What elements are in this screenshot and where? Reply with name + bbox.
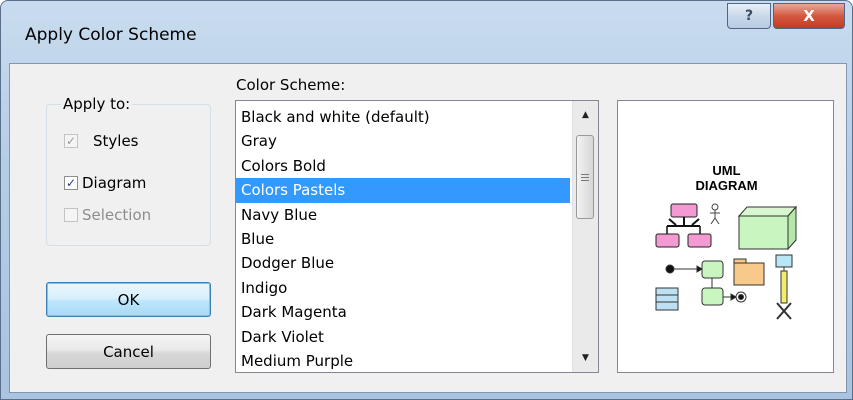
list-item[interactable]: Gray: [236, 129, 570, 153]
color-scheme-listbox[interactable]: Black and white (default) Gray Colors Bo…: [235, 100, 599, 373]
scroll-down-arrow-icon[interactable]: ▼: [573, 348, 598, 368]
vertical-scrollbar[interactable]: ▲ ▼: [572, 101, 598, 372]
table-icon: [655, 287, 679, 311]
close-icon: X: [803, 7, 815, 25]
lifeline-icon: [775, 254, 793, 320]
styles-label: Styles: [93, 132, 139, 150]
ok-button-label: OK: [117, 290, 140, 309]
grip-icon: [581, 173, 589, 181]
styles-checkbox: ✓: [64, 134, 78, 148]
list-item[interactable]: Indigo: [236, 276, 570, 300]
color-scheme-label: Color Scheme:: [236, 76, 346, 94]
cancel-button[interactable]: Cancel: [46, 334, 211, 369]
list-item[interactable]: Colors Bold: [236, 154, 570, 178]
title-bar[interactable]: Apply Color Scheme ? X: [1, 1, 852, 63]
list-item[interactable]: Medium Purple: [236, 349, 570, 372]
node-box-icon: [737, 205, 798, 251]
styles-checkbox-row: ✓ Styles: [64, 132, 139, 150]
scroll-up-arrow-icon[interactable]: ▲: [573, 105, 598, 125]
folder-icon: [733, 258, 765, 286]
help-button[interactable]: ?: [727, 3, 771, 29]
selection-checkbox: [64, 208, 78, 222]
color-scheme-list: Black and white (default) Gray Colors Bo…: [236, 105, 570, 372]
preview-panel: UML DIAGRAM: [617, 100, 834, 373]
list-item[interactable]: Blue: [236, 227, 570, 251]
help-icon: ?: [744, 8, 754, 24]
list-item-selected[interactable]: Colors Pastels: [236, 178, 570, 203]
cancel-button-label: Cancel: [103, 342, 154, 361]
class-hierarchy-icon: [655, 203, 712, 248]
diagram-label[interactable]: Diagram: [82, 174, 146, 192]
actor-icon: [710, 203, 720, 225]
list-item[interactable]: Dark Magenta: [236, 300, 570, 324]
scroll-thumb[interactable]: [576, 135, 594, 219]
uml-diagram-preview: [655, 203, 798, 320]
apply-to-label: Apply to:: [61, 95, 133, 113]
list-item[interactable]: Dodger Blue: [236, 251, 570, 275]
selection-checkbox-row: Selection: [64, 206, 151, 224]
diagram-checkbox-row[interactable]: ✓ Diagram: [64, 174, 146, 192]
window-title: Apply Color Scheme: [25, 25, 197, 45]
apply-color-scheme-dialog: Apply Color Scheme ? X Apply to: ✓ Style…: [0, 0, 853, 400]
list-item[interactable]: Black and white (default): [236, 105, 570, 129]
list-item[interactable]: Dark Violet: [236, 325, 570, 349]
selection-label: Selection: [82, 206, 152, 224]
close-button[interactable]: X: [773, 3, 845, 29]
ok-button[interactable]: OK: [46, 282, 211, 317]
list-item[interactable]: Navy Blue: [236, 203, 570, 227]
diagram-checkbox[interactable]: ✓: [64, 176, 78, 190]
